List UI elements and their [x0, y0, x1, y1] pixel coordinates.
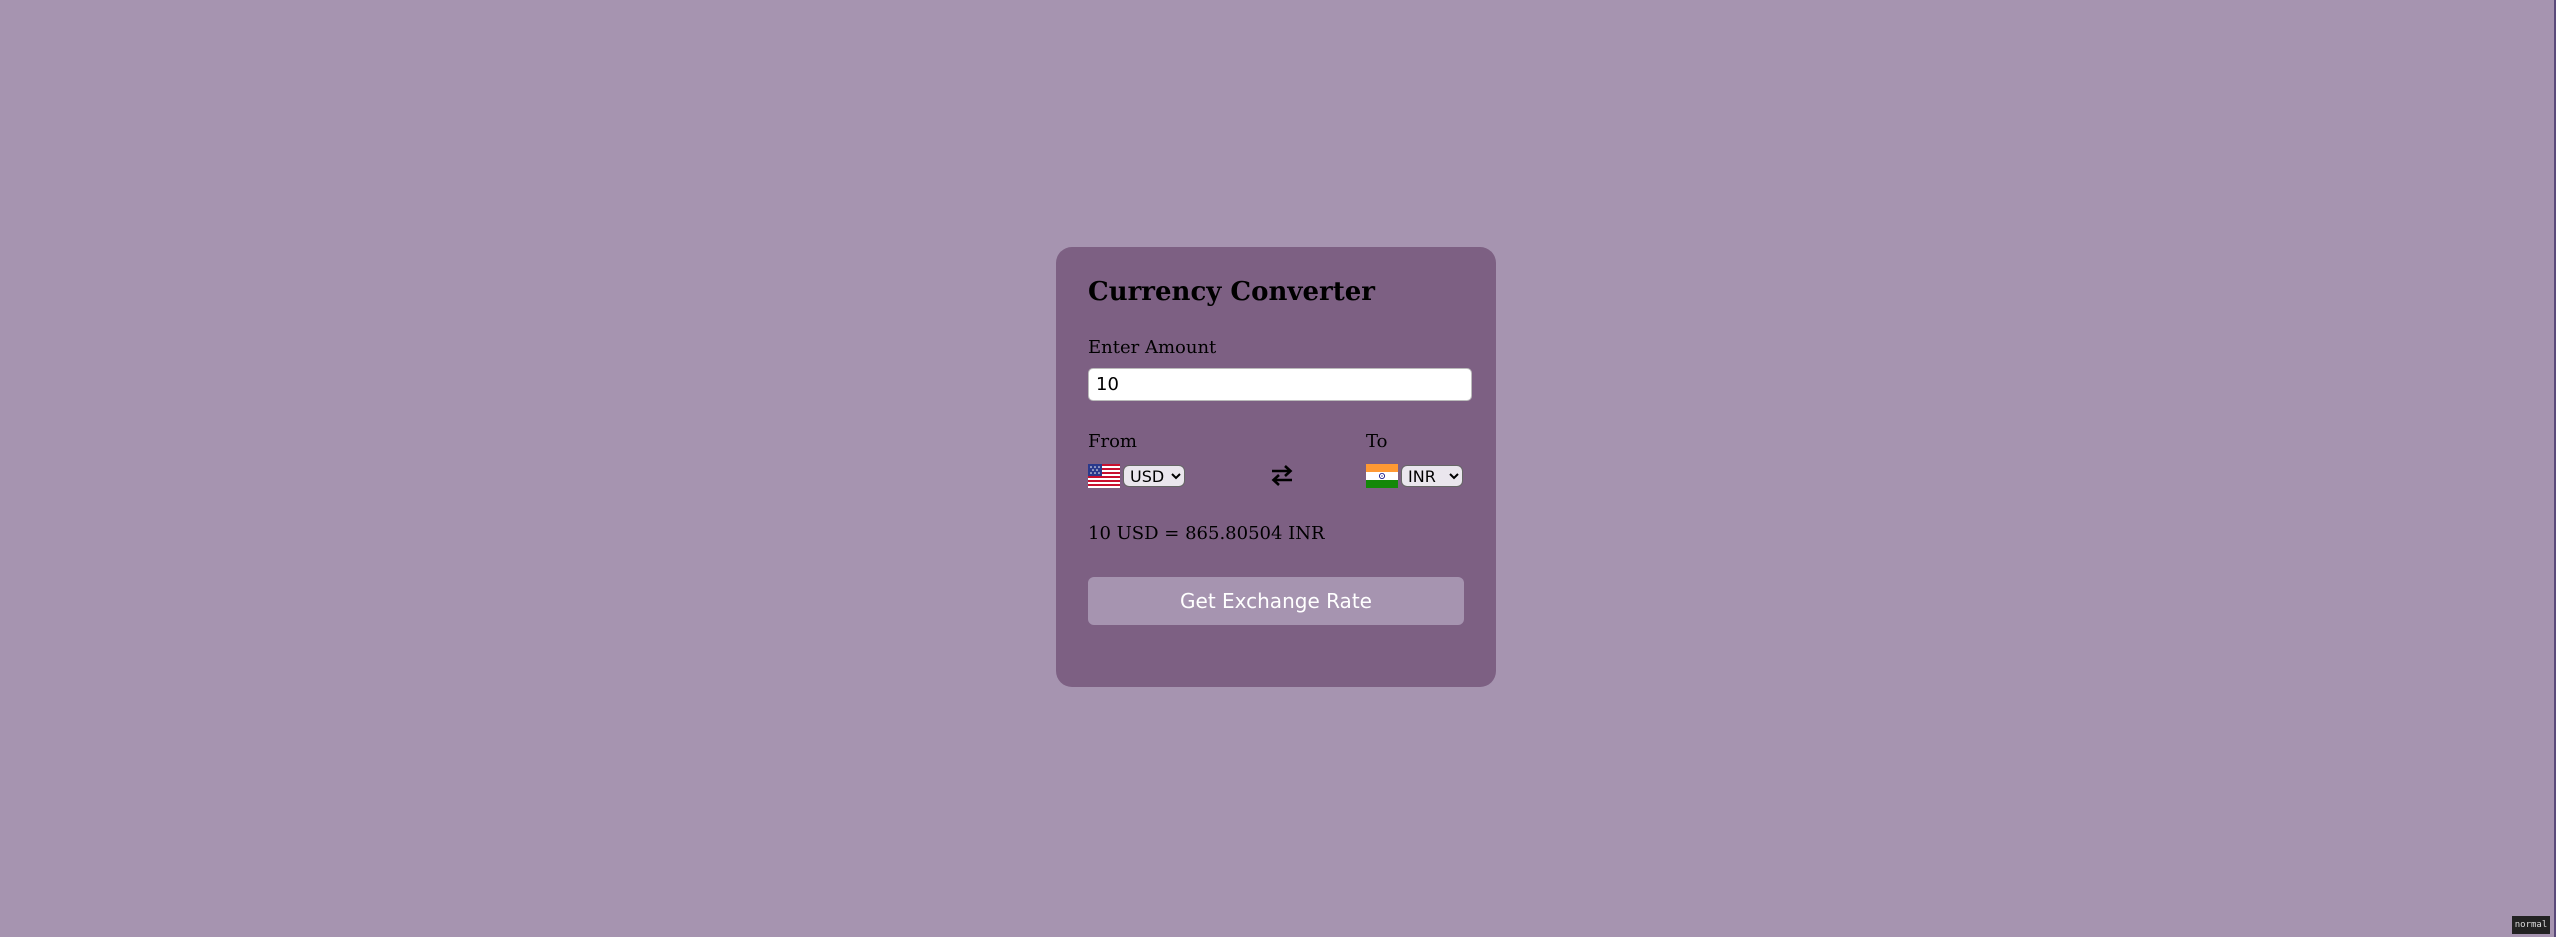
amount-label: Enter Amount	[1088, 337, 1217, 358]
get-exchange-rate-button[interactable]: Get Exchange Rate	[1088, 577, 1464, 625]
india-flag-icon	[1366, 464, 1398, 488]
to-label: To	[1366, 431, 1388, 452]
converter-card: Currency Converter Enter Amount From To …	[1056, 247, 1496, 687]
from-currency-group: USD	[1088, 464, 1185, 488]
mode-status-badge: normal	[2512, 916, 2550, 934]
swap-arrows-icon[interactable]	[1262, 455, 1302, 495]
from-label: From	[1088, 431, 1137, 452]
to-currency-select[interactable]: INR	[1401, 465, 1463, 487]
page-title: Currency Converter	[1088, 277, 1375, 307]
from-currency-select[interactable]: USD	[1123, 465, 1185, 487]
to-currency-group: INR	[1366, 464, 1463, 488]
conversion-result: 10 USD = 865.80504 INR	[1088, 523, 1325, 544]
amount-input[interactable]	[1088, 368, 1472, 401]
us-flag-icon	[1088, 464, 1120, 488]
